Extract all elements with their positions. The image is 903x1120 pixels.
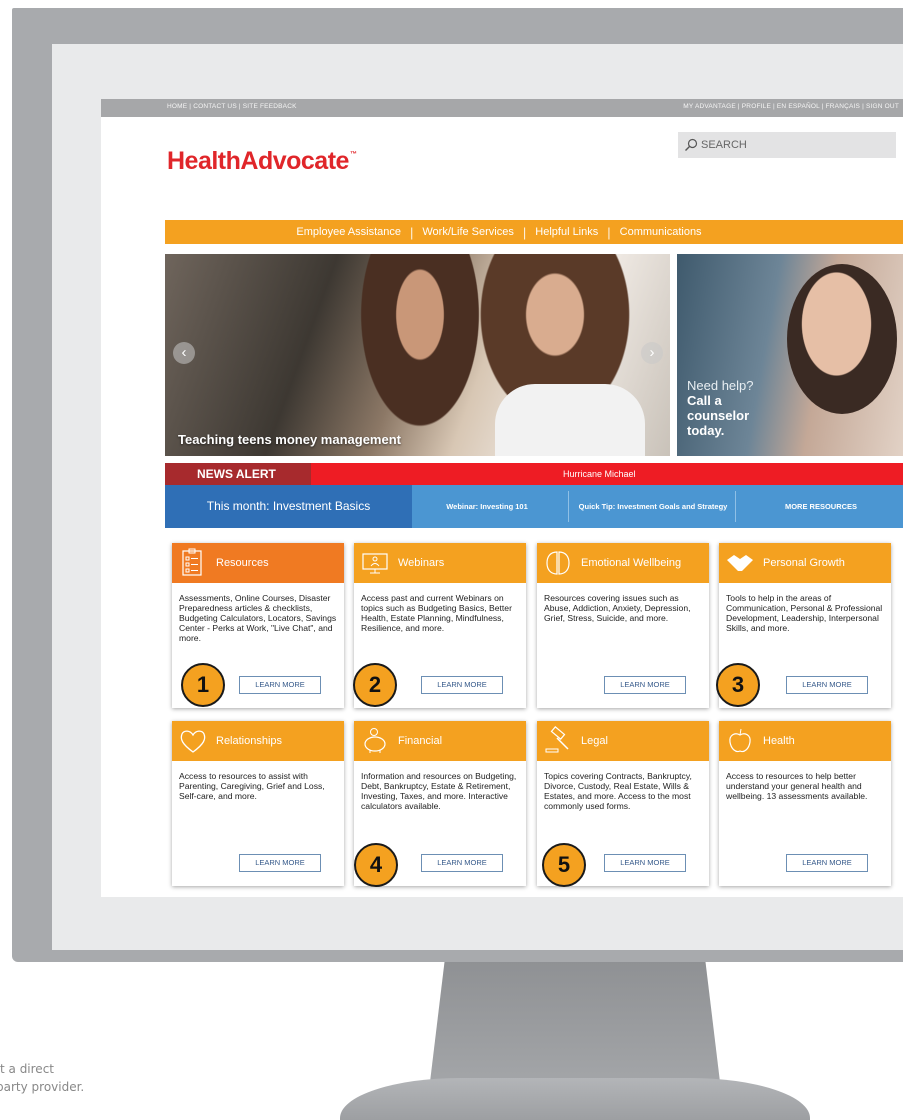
monitor-neck [430,962,720,1082]
card-header[interactable]: Webinars [354,543,526,583]
card-title: Resources [216,557,269,569]
heart-icon [180,730,206,753]
news-alert-bar: NEWS ALERT Hurricane Michael [165,463,903,485]
hero-carousel[interactable]: ‹ › Teaching teens money management [165,254,670,456]
card-description: Access to resources to help better under… [726,771,868,801]
card-header[interactable]: Legal [537,721,709,761]
card-title: Financial [398,735,443,747]
learn-more-button[interactable]: LEARN MORE [239,676,321,694]
card-title: Legal [581,735,608,747]
search-box[interactable]: SEARCH [678,132,896,158]
callout-badge-3: 3 [716,663,760,707]
card-description: Topics covering Contracts, Bankruptcy, D… [544,771,692,811]
card-header[interactable]: Emotional Wellbeing [537,543,709,583]
card-header[interactable]: Resources [172,543,344,583]
checklist-icon [182,548,202,576]
card-header[interactable]: Health [719,721,891,761]
card-title: Personal Growth [763,557,845,569]
webinar-link[interactable]: Webinar: Investing 101 [423,489,551,524]
nav-employee-assistance[interactable]: Employee Assistance [287,226,410,238]
nav-communications[interactable]: Communications [611,226,711,238]
handshake-icon [727,555,753,571]
monitor-icon [362,553,388,574]
learn-more-button[interactable]: LEARN MORE [786,854,868,872]
card-description: Resources covering issues such as Abuse,… [544,593,691,623]
health-advocate-logo[interactable]: HealthAdvocate™ [167,147,357,176]
apple-icon [729,728,751,753]
web-page: HOME | CONTACT US | SITE FEEDBACK MY ADV… [101,99,903,897]
news-alert-label: NEWS ALERT [165,463,311,485]
card-header[interactable]: Personal Growth [719,543,891,583]
counselor-line-3: counselor [687,408,750,423]
card-description: Access past and current Webinars on topi… [361,593,512,633]
news-alert-link[interactable]: Hurricane Michael [563,463,636,485]
learn-more-button[interactable]: LEARN MORE [604,676,686,694]
learn-more-button[interactable]: LEARN MORE [421,854,503,872]
logo-text: HealthAdvocate [167,147,349,175]
nav-work-life-services[interactable]: Work/Life Services [413,226,523,238]
card-title: Relationships [216,735,283,747]
callout-badge-5: 5 [542,843,586,887]
counselor-line-4: today. [687,423,725,438]
nav-helpful-links[interactable]: Helpful Links [526,226,607,238]
divider [735,491,736,522]
search-placeholder[interactable]: SEARCH [701,139,747,151]
search-icon[interactable] [684,138,698,152]
learn-more-button[interactable]: LEARN MORE [786,676,868,694]
counselor-line-2: Call a [687,393,722,408]
utility-links-right[interactable]: MY ADVANTAGE | PROFILE | EN ESPAÑOL | FR… [683,103,899,110]
card-title: Health [763,735,795,747]
learn-more-button[interactable]: LEARN MORE [421,676,503,694]
card-header[interactable]: Relationships [172,721,344,761]
piggy-bank-icon [364,728,386,753]
card-description: Access to resources to assist with Paren… [179,771,325,801]
gavel-icon [545,726,569,753]
hero-photo-shirt [495,384,645,456]
card-header[interactable]: Financial [354,721,526,761]
card-health: Health Access to resources to help bette… [719,721,891,886]
divider [568,491,569,522]
card-emotional-wellbeing: Emotional Wellbeing Resources covering i… [537,543,709,708]
resource-bar: This month: Investment Basics Webinar: I… [165,485,903,528]
monthly-topic[interactable]: This month: Investment Basics [165,485,412,528]
counselor-photo [787,264,897,414]
card-description: Assessments, Online Courses, Disaster Pr… [179,593,337,643]
card-title: Emotional Wellbeing [581,557,682,569]
footnote-line-2: party provider. [0,1080,85,1094]
trademark-mark: ™ [349,151,357,158]
main-nav: Employee Assistance | Work/Life Services… [165,220,903,244]
carousel-prev-arrow[interactable]: ‹ [173,342,195,364]
card-title: Webinars [398,557,445,569]
counselor-text: Need help? Call a counselor today. [687,378,754,438]
more-resources-link[interactable]: MORE RESOURCES [741,489,901,524]
callout-badge-4: 4 [354,843,398,887]
carousel-next-arrow[interactable]: › [641,342,663,364]
learn-more-button[interactable]: LEARN MORE [604,854,686,872]
callout-badge-2: 2 [353,663,397,707]
counselor-banner[interactable]: Need help? Call a counselor today. [677,254,903,456]
card-description: Information and resources on Budgeting, … [361,771,517,811]
learn-more-button[interactable]: LEARN MORE [239,854,321,872]
monitor-stand [340,1078,810,1120]
utility-links-left[interactable]: HOME | CONTACT US | SITE FEEDBACK [167,103,297,110]
callout-badge-1: 1 [181,663,225,707]
card-relationships: Relationships Access to resources to ass… [172,721,344,886]
counselor-line-1: Need help? [687,378,754,393]
utility-bar: HOME | CONTACT US | SITE FEEDBACK MY ADV… [101,99,903,117]
hero-caption: Teaching teens money management [178,432,401,447]
footnote-line-1: t a direct [0,1062,54,1076]
footnote: t a direct party provider. [0,1060,84,1096]
quick-tip-link[interactable]: Quick Tip: Investment Goals and Strategy [573,489,733,524]
brain-icon [546,551,570,575]
card-description: Tools to help in the areas of Communicat… [726,593,883,633]
